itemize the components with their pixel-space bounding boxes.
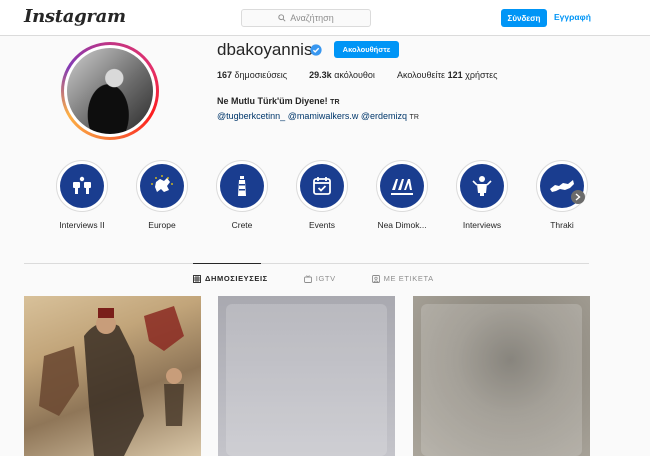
highlight-label: Thraki	[550, 220, 574, 230]
caricature-image	[39, 306, 184, 456]
active-tab-indicator	[193, 263, 261, 264]
eu-map-icon	[140, 164, 184, 208]
tag-link[interactable]: @erdemizq	[361, 111, 407, 121]
highlight-label: Events	[309, 220, 335, 230]
highlights-next-button[interactable]	[571, 190, 585, 204]
followers-count: 29.3k	[309, 70, 332, 80]
profile-username: dbakoyannis	[217, 40, 313, 59]
tab-label: ΜΕ ΕΤΙΚΕΤΑ	[383, 274, 434, 283]
bio-name-text: Ne Mutlu Türk'üm Diyene!	[217, 96, 328, 106]
bio-name: Ne Mutlu Türk'üm Diyene! TR	[217, 96, 340, 106]
posts-stat: 167 δημοσιεύσεις	[217, 70, 287, 80]
tag-icon	[371, 274, 380, 283]
post-thumbnail[interactable]	[413, 296, 590, 456]
tag-link[interactable]: @mamiwalkers.w	[288, 111, 359, 121]
blurred-image	[421, 304, 582, 456]
search-placeholder: Αναζήτηση	[290, 13, 334, 23]
highlight-thraki[interactable]: Thraki	[522, 160, 602, 230]
highlight-interviews-ii[interactable]: Interviews II	[42, 160, 122, 230]
top-navigation-bar: Instagram Αναζήτηση Σύνδεση Εγγραφή	[0, 0, 650, 36]
nd-logo-icon	[380, 164, 424, 208]
follow-button[interactable]: Ακολουθήστε	[334, 41, 399, 58]
verified-badge-icon	[310, 44, 322, 56]
tab-tagged[interactable]: ΜΕ ΕΤΙΚΕΤΑ	[371, 274, 434, 283]
post-thumbnail[interactable]	[24, 296, 201, 456]
tabs-divider	[24, 263, 589, 264]
highlight-label: Europe	[148, 220, 176, 230]
highlight-label: Nea Dimok...	[377, 220, 427, 230]
flag-badge: TR	[409, 114, 419, 121]
highlight-events[interactable]: Events	[282, 160, 362, 230]
lighthouse-icon	[220, 164, 264, 208]
followers-label: ακόλουθοι	[334, 70, 375, 80]
calendar-icon	[300, 164, 344, 208]
post-thumbnail[interactable]	[218, 296, 395, 456]
highlight-label: Crete	[231, 220, 253, 230]
profile-stats: 167 δημοσιεύσεις 29.3k ακόλουθοι Ακολουθ…	[217, 70, 519, 80]
highlight-interviews[interactable]: Interviews	[442, 160, 522, 230]
grid-icon	[193, 274, 201, 283]
bio-tagged-accounts: @tugberkcetinn_ @mamiwalkers.w @erdemizq…	[217, 111, 419, 121]
posts-label: δημοσιεύσεις	[234, 70, 288, 80]
tab-label: ΔΗΜΟΣΙΕΥΣΕΙΣ	[205, 274, 268, 283]
tag-link[interactable]: @tugberkcetinn_	[217, 111, 285, 121]
tab-posts[interactable]: ΔΗΜΟΣΙΕΥΣΕΙΣ	[193, 274, 268, 283]
tab-igtv[interactable]: IGTV	[303, 274, 336, 283]
highlight-label: Interviews II	[59, 220, 105, 230]
highlight-crete[interactable]: Crete	[202, 160, 282, 230]
search-icon	[278, 14, 286, 22]
highlight-nea-dimokratia[interactable]: Nea Dimok...	[362, 160, 442, 230]
followers-stat[interactable]: 29.3k ακόλουθοι	[309, 70, 375, 80]
speaker-icon	[460, 164, 504, 208]
flag-badge: TR	[330, 99, 340, 106]
login-button[interactable]: Σύνδεση	[501, 9, 547, 27]
posts-count: 167	[217, 70, 233, 80]
blurred-image	[226, 304, 387, 456]
signup-link[interactable]: Εγγραφή	[554, 12, 591, 22]
following-stat[interactable]: Ακολουθείτε 121 χρήστες	[397, 70, 497, 80]
search-input[interactable]: Αναζήτηση	[241, 9, 371, 27]
profile-avatar[interactable]	[61, 42, 159, 140]
following-count: 121	[447, 70, 463, 80]
tab-label: IGTV	[315, 274, 336, 283]
story-highlights: Interviews II Europe Crete Events Nea Di…	[42, 160, 588, 235]
profile-tabs: ΔΗΜΟΣΙΕΥΣΕΙΣ IGTV ΜΕ ΕΤΙΚΕΤΑ	[193, 274, 434, 283]
highlight-label: Interviews	[462, 220, 502, 230]
instagram-logo[interactable]: Instagram	[24, 6, 126, 27]
following-suffix: χρήστες	[465, 70, 498, 80]
highlight-europe[interactable]: Europe	[122, 160, 202, 230]
igtv-icon	[303, 274, 312, 283]
avatar-image	[67, 48, 153, 134]
chevron-right-icon	[575, 193, 581, 201]
following-prefix: Ακολουθείτε	[396, 70, 446, 80]
microphones-icon	[60, 164, 104, 208]
